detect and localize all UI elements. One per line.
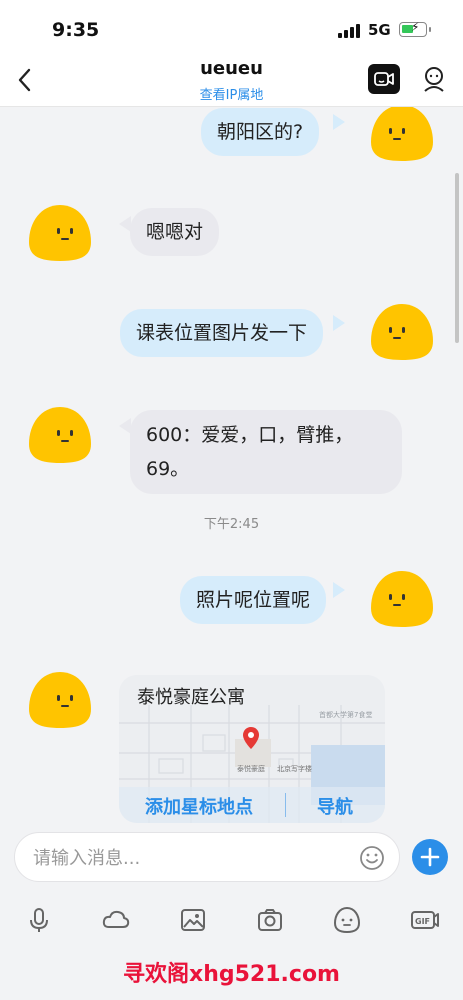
bubble-tail bbox=[333, 114, 345, 130]
my-avatar[interactable] bbox=[369, 107, 435, 164]
message-input[interactable] bbox=[33, 843, 353, 873]
chat-area[interactable]: 朝阳区的? 嗯嗯对 课表位置图片发一下 600：爱爱，口，臂推，69。 下午2:… bbox=[0, 107, 463, 823]
add-star-location-button[interactable]: 添加星标地点 bbox=[145, 793, 253, 819]
input-toolbar: GIF bbox=[0, 905, 463, 939]
network-label: 5G bbox=[368, 21, 391, 39]
bubble-tail bbox=[333, 315, 345, 331]
action-divider bbox=[285, 793, 286, 817]
image-icon[interactable] bbox=[178, 905, 208, 935]
svg-text:GIF: GIF bbox=[415, 917, 430, 926]
map-label-poi: 泰悦豪庭 bbox=[237, 764, 265, 773]
gif-icon[interactable]: GIF bbox=[410, 905, 440, 935]
location-card[interactable]: 泰悦豪庭 北京写字楼 首都大学第7食堂 泰悦豪庭公寓 添加星标地点 导航 bbox=[119, 675, 385, 823]
emoji-face-icon[interactable] bbox=[332, 905, 362, 935]
signal-icon bbox=[338, 24, 362, 38]
scrollbar[interactable] bbox=[455, 173, 459, 343]
message-input-container[interactable] bbox=[14, 832, 400, 882]
message-bubble-sent[interactable]: 朝阳区的? bbox=[201, 108, 320, 156]
video-camera-icon bbox=[374, 72, 394, 86]
status-bar: 9:35 5G ⚡ bbox=[0, 0, 463, 56]
message-bubble-sent[interactable]: 课表位置图片发一下 bbox=[120, 309, 324, 357]
location-title: 泰悦豪庭公寓 bbox=[137, 687, 245, 708]
my-avatar[interactable] bbox=[369, 301, 435, 363]
emoji-icon[interactable] bbox=[359, 845, 385, 871]
input-bar: GIF 寻欢阁xhg521.com bbox=[0, 823, 463, 1000]
plus-icon bbox=[420, 847, 440, 867]
my-avatar[interactable] bbox=[369, 568, 435, 630]
battery-icon: ⚡ bbox=[399, 20, 431, 37]
location-actions: 添加星标地点 导航 bbox=[119, 787, 385, 823]
contact-avatar[interactable] bbox=[27, 202, 93, 264]
bubble-tail bbox=[333, 582, 345, 598]
microphone-icon[interactable] bbox=[24, 905, 54, 935]
navigate-button[interactable]: 导航 bbox=[317, 793, 353, 819]
message-bubble-sent[interactable]: 照片呢位置呢 bbox=[180, 576, 327, 624]
map-label-building: 北京写字楼 bbox=[277, 764, 312, 773]
contact-avatar[interactable] bbox=[27, 404, 93, 466]
video-call-button[interactable] bbox=[368, 64, 400, 94]
map-label-university: 首都大学第7食堂 bbox=[319, 710, 372, 719]
message-timestamp: 下午2:45 bbox=[203, 517, 260, 532]
cloud-icon[interactable] bbox=[101, 905, 131, 935]
message-bubble-received[interactable]: 嗯嗯对 bbox=[130, 208, 220, 256]
more-options-button[interactable] bbox=[412, 839, 448, 875]
status-time: 9:35 bbox=[52, 19, 100, 41]
watermark: 寻欢阁xhg521.com bbox=[123, 962, 340, 987]
profile-icon[interactable] bbox=[420, 65, 448, 93]
nav-bar: ueueu 查看IP属地 bbox=[0, 56, 463, 107]
contact-avatar[interactable] bbox=[27, 669, 93, 731]
message-bubble-received[interactable]: 600：爱爱，口，臂推，69。 bbox=[130, 410, 402, 494]
camera-icon[interactable] bbox=[255, 905, 285, 935]
